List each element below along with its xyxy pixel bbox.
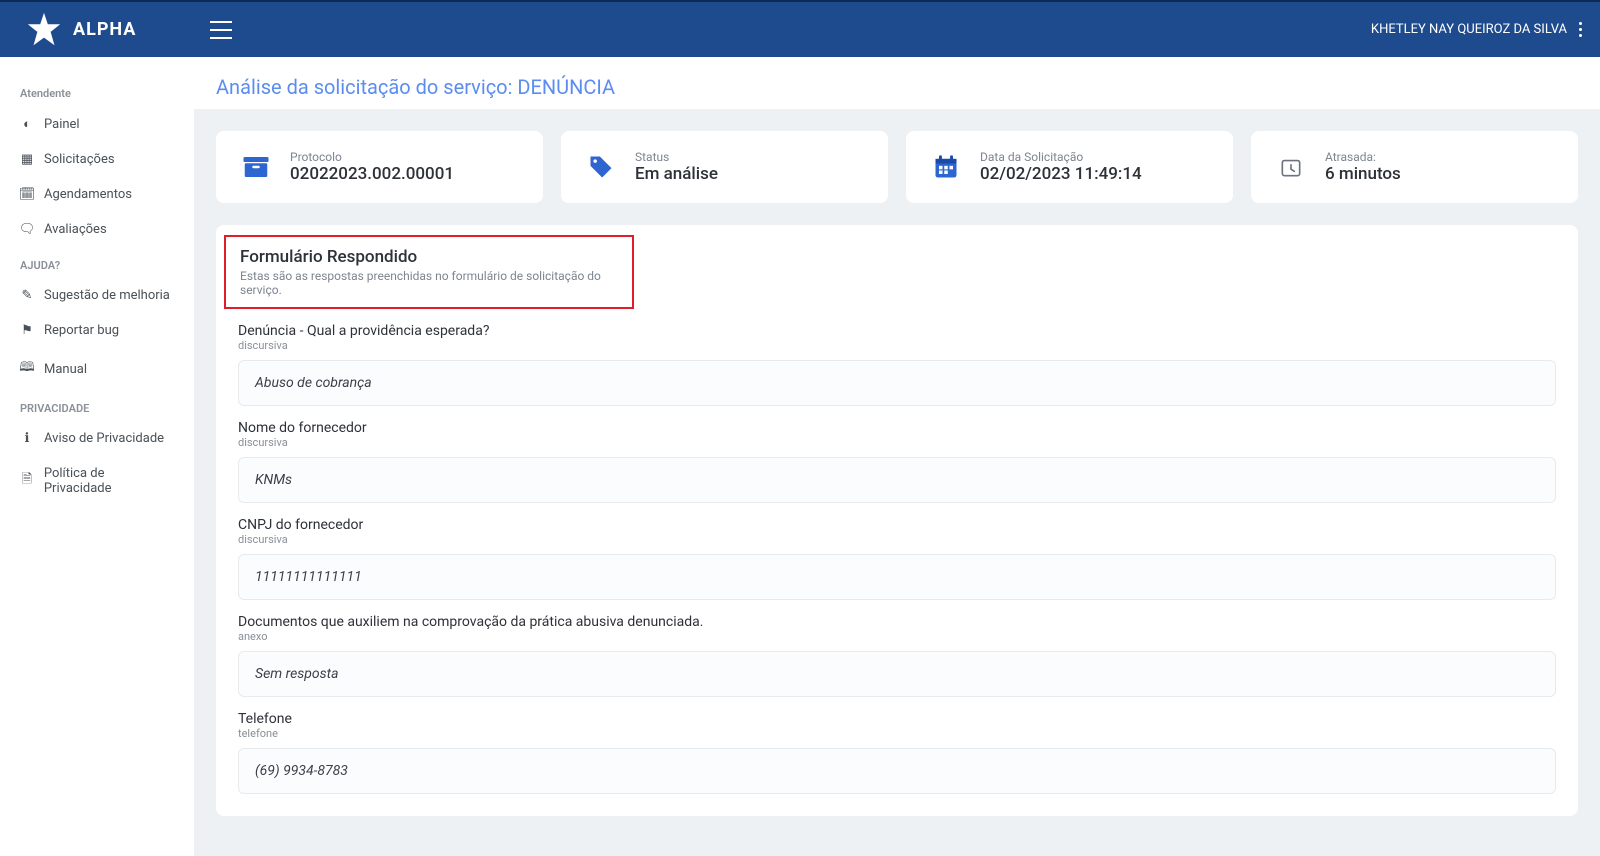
sidebar-item-politica-privacidade[interactable]: 🗎 Política de Privacidade xyxy=(0,456,194,506)
question-block: Nome do fornecedor discursiva KNMs xyxy=(238,420,1556,503)
page-title: Análise da solicitação do serviço: DENÚN… xyxy=(216,75,1578,99)
question-type: anexo xyxy=(238,630,1556,643)
card-value: 6 minutos xyxy=(1325,164,1401,184)
book-icon: 🕮 xyxy=(20,358,34,380)
logo-star-icon xyxy=(25,11,63,49)
question-type: discursiva xyxy=(238,339,1556,352)
answer-value: (69) 9934-8783 xyxy=(238,748,1556,794)
topbar: ALPHA KHETLEY NAY QUEIROZ DA SILVA xyxy=(0,0,1600,57)
answer-value: KNMs xyxy=(238,457,1556,503)
question-type: discursiva xyxy=(238,533,1556,546)
brand: ALPHA xyxy=(0,11,194,49)
dashboard-icon: ◐ xyxy=(20,116,34,132)
sidebar-item-label: Solicitações xyxy=(44,152,115,167)
answer-value: 11111111111111 xyxy=(238,554,1556,600)
form-subtitle: Estas são as respostas preenchidas no fo… xyxy=(240,269,618,297)
question-label: Telefone xyxy=(238,711,1556,727)
summary-cards: Protocolo 02022023.002.00001 Status Em a… xyxy=(194,109,1600,225)
question-label: Documentos que auxiliem na comprovação d… xyxy=(238,614,1556,630)
calendar-icon: 🗓 xyxy=(20,187,34,202)
page-header: Análise da solicitação do serviço: DENÚN… xyxy=(194,57,1600,109)
chat-icon: 🗨 xyxy=(20,222,34,237)
question-block: Denúncia - Qual a providência esperada? … xyxy=(238,323,1556,406)
sidebar-item-label: Agendamentos xyxy=(44,187,132,202)
clock-icon xyxy=(1273,149,1309,185)
sidebar-item-solicitacoes[interactable]: ▦ Solicitações xyxy=(0,142,194,177)
answer-value: Sem resposta xyxy=(238,651,1556,697)
question-type: telefone xyxy=(238,727,1556,740)
sidebar-item-label: Reportar bug xyxy=(44,323,119,338)
bug-icon: ⚑ xyxy=(20,323,34,338)
card-value: Em análise xyxy=(635,164,718,184)
sidebar-item-manual[interactable]: 🕮 Manual xyxy=(0,348,194,390)
card-label: Data da Solicitação xyxy=(980,150,1142,164)
sidebar-item-agendamentos[interactable]: 🗓 Agendamentos xyxy=(0,177,194,212)
sidebar-toggle[interactable] xyxy=(210,21,232,39)
form-panel: Formulário Respondido Estas são as respo… xyxy=(216,225,1578,816)
user-name: KHETLEY NAY QUEIROZ DA SILVA xyxy=(1371,22,1567,37)
question-block: Documentos que auxiliem na comprovação d… xyxy=(238,614,1556,697)
archive-icon xyxy=(238,149,274,185)
sidebar-item-label: Painel xyxy=(44,117,80,132)
file-icon: 🗎 xyxy=(20,470,34,492)
sidebar-item-sugestao[interactable]: ✎ Sugestão de melhoria xyxy=(0,278,194,313)
sidebar-item-painel[interactable]: ◐ Painel xyxy=(0,106,194,142)
sidebar-item-label: Avaliações xyxy=(44,222,107,237)
card-status: Status Em análise xyxy=(561,131,888,203)
sidebar-item-avaliacoes[interactable]: 🗨 Avaliações xyxy=(0,212,194,247)
info-icon: ℹ xyxy=(20,431,34,446)
question-type: discursiva xyxy=(238,436,1556,449)
user-menu-button[interactable] xyxy=(1579,22,1582,37)
sidebar-section-privacidade: PRIVACIDADE xyxy=(0,390,194,421)
sidebar-item-label: Aviso de Privacidade xyxy=(44,431,164,446)
question-label: CNPJ do fornecedor xyxy=(238,517,1556,533)
card-label: Atrasada: xyxy=(1325,150,1401,164)
card-value: 02022023.002.00001 xyxy=(290,164,454,184)
tag-icon xyxy=(583,149,619,185)
topbar-user: KHETLEY NAY QUEIROZ DA SILVA xyxy=(1371,22,1600,37)
card-atrasada: Atrasada: 6 minutos xyxy=(1251,131,1578,203)
question-label: Nome do fornecedor xyxy=(238,420,1556,436)
sidebar-item-aviso-privacidade[interactable]: ℹ Aviso de Privacidade xyxy=(0,421,194,456)
card-protocolo: Protocolo 02022023.002.00001 xyxy=(216,131,543,203)
card-value: 02/02/2023 11:49:14 xyxy=(980,164,1142,184)
question-block: CNPJ do fornecedor discursiva 1111111111… xyxy=(238,517,1556,600)
calendar-icon xyxy=(928,149,964,185)
answer-value: Abuso de cobrança xyxy=(238,360,1556,406)
question-label: Denúncia - Qual a providência esperada? xyxy=(238,323,1556,339)
sidebar-item-reportar-bug[interactable]: ⚑ Reportar bug xyxy=(0,313,194,348)
brand-name: ALPHA xyxy=(73,19,136,40)
edit-icon: ✎ xyxy=(20,288,34,303)
form-header-highlight: Formulário Respondido Estas são as respo… xyxy=(224,235,634,309)
sidebar: Atendente ◐ Painel ▦ Solicitações 🗓 Agen… xyxy=(0,57,194,856)
form-title: Formulário Respondido xyxy=(240,247,618,267)
sidebar-section-ajuda: AJUDA? xyxy=(0,247,194,278)
sidebar-item-label: Sugestão de melhoria xyxy=(44,288,170,303)
card-label: Status xyxy=(635,150,718,164)
question-block: Telefone telefone (69) 9934-8783 xyxy=(238,711,1556,794)
card-data-solicitacao: Data da Solicitação 02/02/2023 11:49:14 xyxy=(906,131,1233,203)
sidebar-section-atendente: Atendente xyxy=(0,75,194,106)
main-content: Análise da solicitação do serviço: DENÚN… xyxy=(194,57,1600,856)
clipboard-icon: ▦ xyxy=(20,152,34,167)
sidebar-item-label: Política de Privacidade xyxy=(44,466,174,496)
card-label: Protocolo xyxy=(290,150,454,164)
sidebar-item-label: Manual xyxy=(44,362,87,377)
